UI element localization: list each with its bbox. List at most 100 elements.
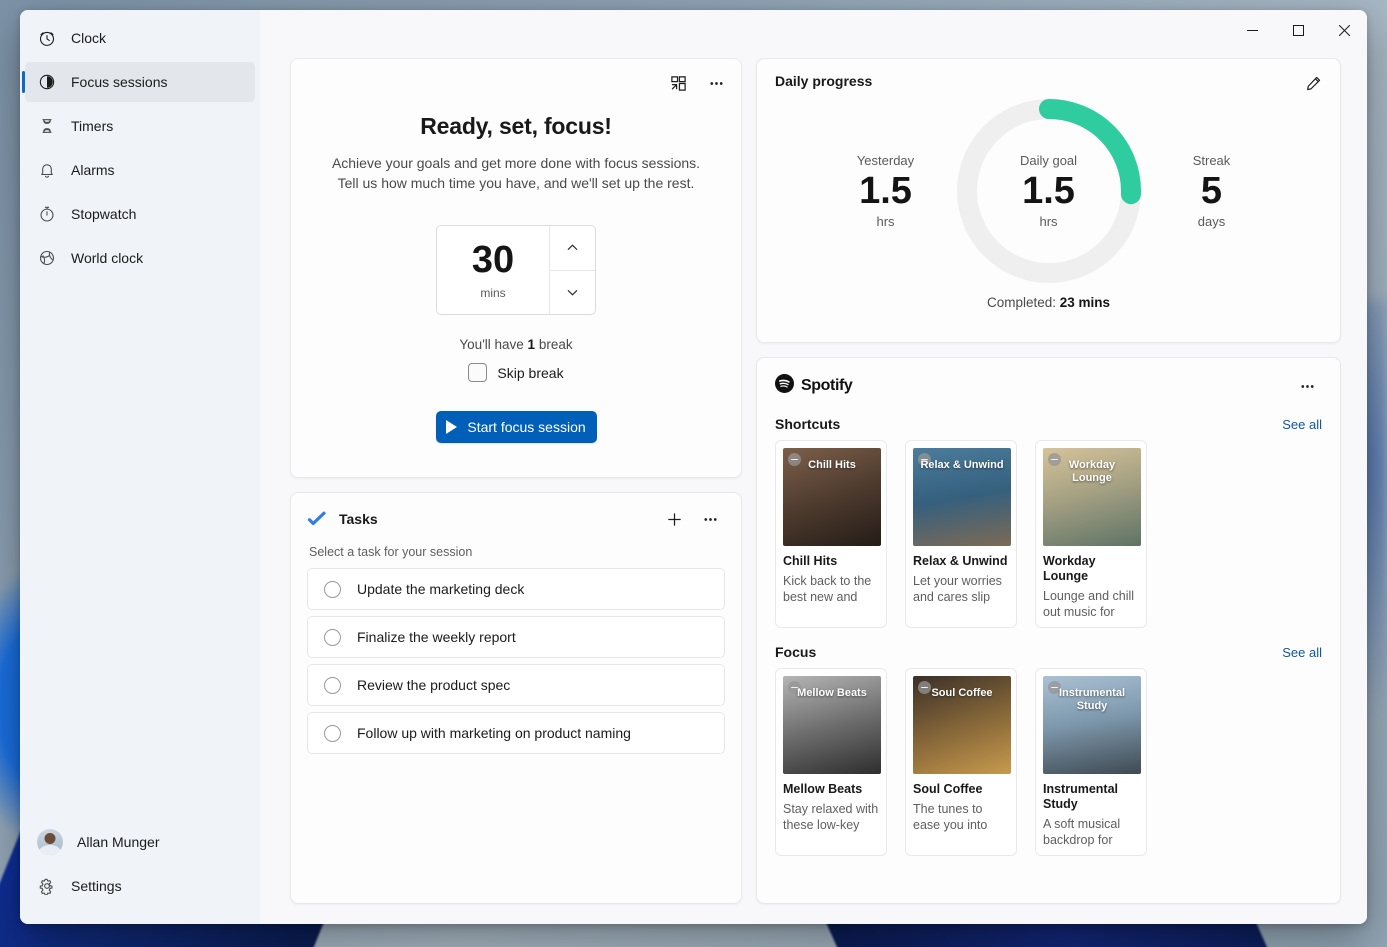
task-checkbox[interactable] (324, 725, 341, 742)
task-row[interactable]: Update the marketing deck (307, 568, 725, 610)
task-checkbox[interactable] (324, 629, 341, 646)
sidebar-item-alarms[interactable]: Alarms (25, 150, 255, 190)
artwork-title: Relax & Unwind (914, 459, 1009, 472)
sidebar-footer: Allan Munger Settings (20, 822, 260, 924)
account-name-label: Allan Munger (77, 834, 160, 850)
focus-subtitle-line2: Tell us how much time you have, and we'l… (303, 173, 729, 193)
focus-card-actions (663, 69, 731, 97)
minimize-button[interactable] (1229, 10, 1275, 50)
see-all-focus-link[interactable]: See all (1282, 645, 1322, 660)
sidebar-item-label: Alarms (71, 162, 115, 178)
see-all-shortcuts-link[interactable]: See all (1282, 417, 1322, 432)
section-header-focus: Focus See all (775, 644, 1322, 660)
stat-label: Streak (1153, 153, 1271, 168)
task-checkbox[interactable] (324, 677, 341, 694)
skip-break-row[interactable]: Skip break (303, 363, 729, 382)
sidebar-item-world-clock[interactable]: World clock (25, 238, 255, 278)
playlist-artwork: Instrumental Study (1043, 676, 1141, 774)
spotify-card: Spotify Shortcuts See all (756, 357, 1341, 904)
sidebar-item-focus-sessions[interactable]: Focus sessions (25, 62, 255, 102)
playlist-card[interactable]: Mellow Beats Mellow Beats Stay relaxed w… (775, 668, 887, 856)
duration-value: 30 (472, 241, 514, 279)
task-label: Follow up with marketing on product nami… (357, 725, 631, 741)
artwork-title: Mellow Beats (791, 687, 873, 700)
focus-subtitle-line1: Achieve your goals and get more done wit… (303, 153, 729, 173)
microsoft-todo-check-icon (307, 509, 327, 529)
section-title: Focus (775, 644, 816, 660)
clock-icon (37, 28, 57, 48)
start-focus-session-button[interactable]: Start focus session (436, 411, 597, 443)
tasks-hint: Select a task for your session (309, 545, 725, 559)
more-options-icon[interactable] (701, 69, 731, 97)
playlist-card[interactable]: Soul Coffee Soul Coffee The tunes to eas… (905, 668, 1017, 856)
mini-view-icon[interactable] (663, 69, 693, 97)
stat-unit: days (1153, 214, 1271, 229)
ring-center-labels: Daily goal 1.5 hrs (949, 91, 1149, 291)
add-task-icon[interactable] (659, 505, 689, 533)
playlist-card[interactable]: Relax & Unwind Relax & Unwind Let your w… (905, 440, 1017, 628)
spotify-more-options-icon[interactable] (1292, 372, 1322, 400)
goal-label: Daily goal (1020, 153, 1077, 168)
goal-value: 1.5 (1022, 170, 1075, 213)
task-list: Update the marketing deck Finalize the w… (307, 568, 725, 754)
avatar (37, 829, 63, 855)
skip-break-checkbox[interactable] (468, 363, 487, 382)
playlist-card[interactable]: Instrumental Study Instrumental Study A … (1035, 668, 1147, 856)
playlist-description: Kick back to the best new and rece… (783, 573, 879, 605)
playlist-card[interactable]: Chill Hits Chill Hits Kick back to the b… (775, 440, 887, 628)
stepper-increase-button[interactable] (550, 226, 595, 271)
sidebar-item-label: World clock (71, 250, 143, 266)
focus-grid: Mellow Beats Mellow Beats Stay relaxed w… (775, 668, 1322, 856)
task-row[interactable]: Finalize the weekly report (307, 616, 725, 658)
break-suffix: break (535, 337, 573, 352)
duration-stepper[interactable]: 30 mins (436, 225, 596, 315)
artwork-title: Soul Coffee (925, 687, 998, 700)
title-bar (260, 10, 1367, 50)
sidebar-item-stopwatch[interactable]: Stopwatch (25, 194, 255, 234)
playlist-name: Chill Hits (783, 554, 879, 569)
daily-progress-card: Daily progress Yesterday 1.5 hrs (756, 58, 1341, 343)
playlist-artwork: Mellow Beats (783, 676, 881, 774)
globe-icon (37, 248, 57, 268)
task-row[interactable]: Review the product spec (307, 664, 725, 706)
completed-text: Completed: 23 mins (775, 295, 1322, 310)
edit-pencil-icon[interactable] (1298, 69, 1328, 97)
shortcuts-grid: Chill Hits Chill Hits Kick back to the b… (775, 440, 1322, 628)
stat-label: Yesterday (827, 153, 945, 168)
playlist-description: The tunes to ease you into your day. (913, 801, 1009, 833)
playlist-description: Let your worries and cares slip away. (913, 573, 1009, 605)
task-checkbox[interactable] (324, 581, 341, 598)
stat-value: 5 (1153, 170, 1271, 213)
maximize-button[interactable] (1275, 10, 1321, 50)
playlist-card[interactable]: Workday Lounge Workday Lounge Lounge and… (1035, 440, 1147, 628)
remove-badge-icon[interactable] (788, 453, 801, 466)
playlist-artwork: Chill Hits (783, 448, 881, 546)
playlist-description: Lounge and chill out music for your wor… (1043, 588, 1139, 620)
play-icon (446, 420, 457, 434)
sidebar-item-account[interactable]: Allan Munger (25, 822, 255, 862)
sidebar-item-timers[interactable]: Timers (25, 106, 255, 146)
tasks-more-options-icon[interactable] (695, 505, 725, 533)
task-row[interactable]: Follow up with marketing on product nami… (307, 712, 725, 754)
playlist-name: Soul Coffee (913, 782, 1009, 797)
sidebar-item-label: Settings (71, 878, 122, 894)
completed-value: 23 mins (1060, 295, 1110, 310)
close-button[interactable] (1321, 10, 1367, 50)
sidebar-item-settings[interactable]: Settings (25, 866, 255, 906)
skip-break-label: Skip break (497, 365, 563, 381)
sidebar-item-clock[interactable]: Clock (25, 18, 255, 58)
section-header-shortcuts: Shortcuts See all (775, 416, 1322, 432)
gear-icon (37, 876, 57, 896)
completed-prefix: Completed: (987, 295, 1060, 310)
tasks-header-actions (659, 505, 725, 533)
playlist-name: Workday Lounge (1043, 554, 1139, 584)
tasks-header: Tasks (307, 505, 725, 533)
playlist-artwork: Workday Lounge (1043, 448, 1141, 546)
task-label: Update the marketing deck (357, 581, 524, 597)
task-label: Review the product spec (357, 677, 510, 693)
section-title: Shortcuts (775, 416, 840, 432)
spotify-brand: Spotify (775, 374, 852, 398)
stepper-decrease-button[interactable] (550, 271, 595, 315)
spotify-wordmark: Spotify (801, 377, 852, 395)
sidebar-item-label: Timers (71, 118, 113, 134)
